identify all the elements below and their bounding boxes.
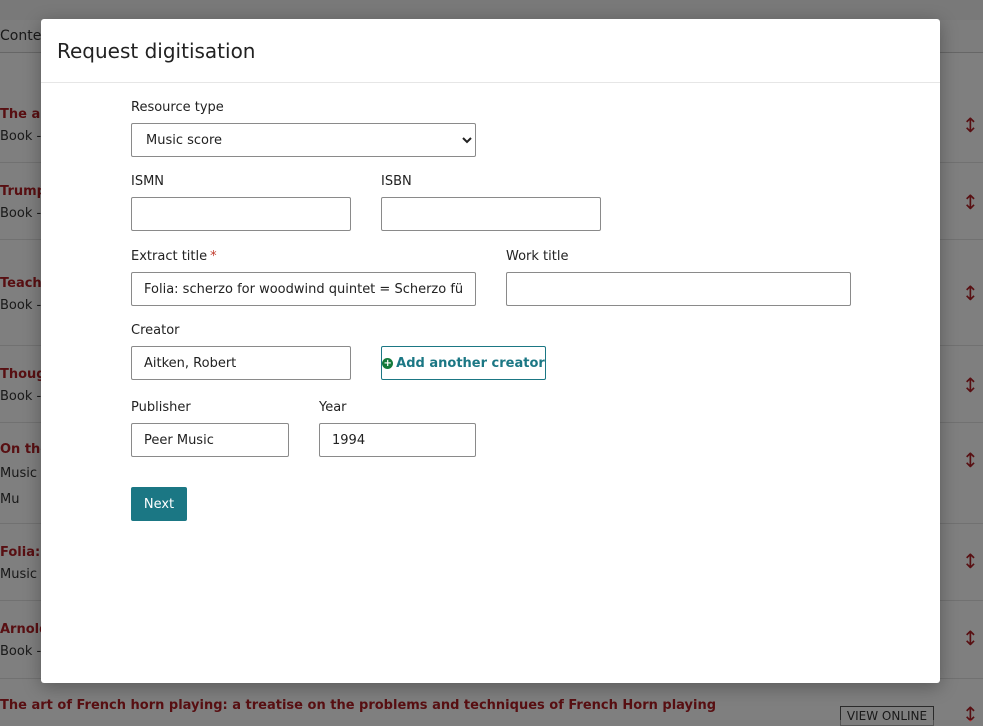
- year-input[interactable]: [319, 423, 476, 457]
- isbn-label: ISBN: [381, 174, 412, 189]
- extract-title-label-text: Extract title: [131, 249, 208, 264]
- required-mark: *: [210, 249, 217, 264]
- publisher-input[interactable]: [131, 423, 289, 457]
- isbn-input[interactable]: [381, 197, 601, 231]
- resource-type-label: Resource type: [131, 100, 224, 115]
- work-title-label: Work title: [506, 249, 569, 264]
- modal-title: Request digitisation: [57, 39, 256, 63]
- next-button[interactable]: Next: [131, 487, 187, 521]
- work-title-input[interactable]: [506, 272, 851, 306]
- ismn-input[interactable]: [131, 197, 351, 231]
- request-digitisation-dialog: Request digitisation Resource type Music…: [41, 19, 940, 683]
- publisher-label: Publisher: [131, 400, 191, 415]
- plus-circle-icon: +: [382, 357, 394, 369]
- extract-title-label: Extract title *: [131, 249, 217, 264]
- add-creator-button[interactable]: + Add another creator: [381, 346, 546, 380]
- resource-type-select[interactable]: Music score: [131, 123, 476, 157]
- extract-title-input[interactable]: [131, 272, 476, 306]
- add-creator-label: Add another creator: [396, 355, 545, 371]
- modal-header: Request digitisation: [41, 19, 940, 83]
- ismn-label: ISMN: [131, 174, 165, 189]
- creator-label: Creator: [131, 323, 180, 338]
- year-label: Year: [319, 400, 347, 415]
- creator-input[interactable]: [131, 346, 351, 380]
